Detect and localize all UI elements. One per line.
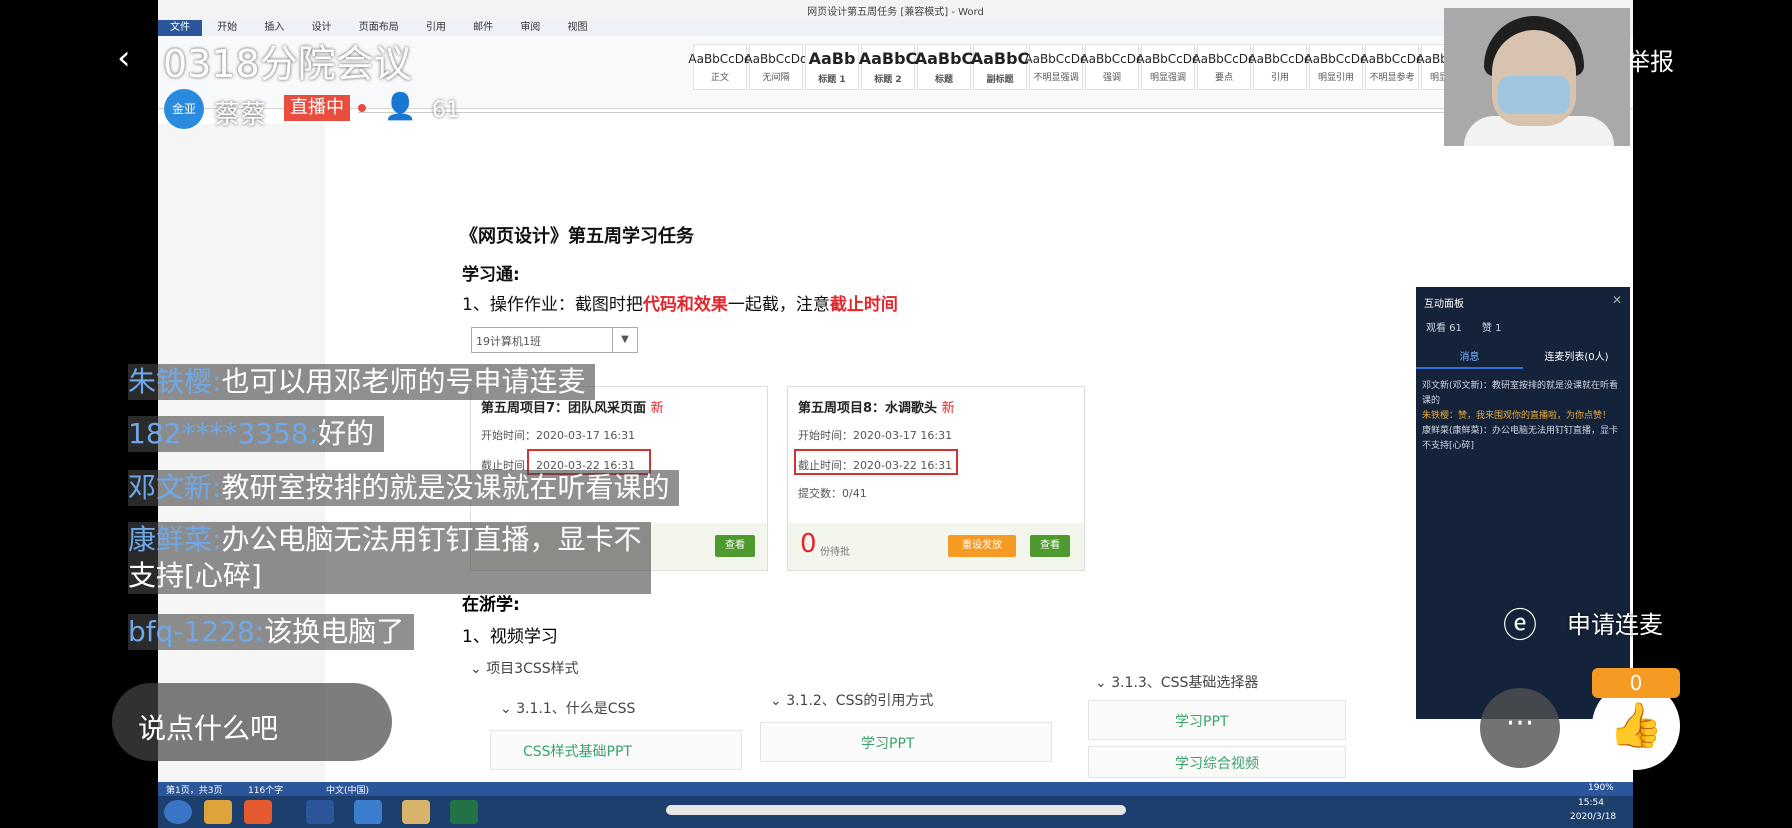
doc-task-line: 1、操作作业：截图时把代码和效果一起截，注意截止时间 xyxy=(462,295,898,315)
avatar[interactable]: 金亚 xyxy=(164,89,204,129)
republish-button[interactable]: 重设发放 xyxy=(948,535,1016,557)
chevron-down-icon: ⌄ xyxy=(500,701,517,717)
chat-message: 182****3358:好的 xyxy=(128,416,385,452)
styles-gallery: AaBbCcDd 正文 AaBbCcDd 无间隔 AaBb 标题 1 AaBbC 标题 … xyxy=(688,44,1480,90)
clock-date: 2020/3/18 xyxy=(1570,812,1617,822)
tab-mic-list: 连麦列表(0人) xyxy=(1544,352,1609,363)
resource-item[interactable]: 学习PPT xyxy=(760,722,1052,762)
tab-chat: 消息 xyxy=(1416,347,1523,369)
card-footer: 0 份待批 重设发放 查看 xyxy=(788,523,1084,570)
panel-message: 邓文新(邓文新)：教研室按排的就是没课就在听看课的 xyxy=(1422,381,1619,406)
word-titlebar: 网页设计第五周任务 [兼容模式] - Word xyxy=(158,0,1633,20)
camera-mask xyxy=(1498,76,1570,114)
doc-video-line: 1、视频学习 xyxy=(462,627,558,647)
presenter-camera xyxy=(1444,8,1630,146)
home-indicator[interactable] xyxy=(666,805,1126,815)
start-icon xyxy=(164,800,192,824)
status-words: 116个字 xyxy=(248,786,284,796)
tree-item[interactable]: ⌄ 3.1.3、CSS基础选择器 xyxy=(1095,672,1258,692)
doc-section-1: 学习通: xyxy=(462,265,520,285)
assignment-card: 第五周项目8：水调歌头 新 开始时间：2020-03-17 16:31 截止时间… xyxy=(787,386,1085,571)
interaction-panel: 互动面板 ✕ 观看 61 赞 1 消息 连麦列表(0人) 邓文新(邓文新)：教研… xyxy=(1416,287,1630,719)
card-start: 开始时间：2020-03-17 16:31 xyxy=(798,429,953,442)
stream-title: 0318分院会议 xyxy=(163,42,412,86)
menu-references: 引用 xyxy=(425,22,446,33)
style-item: AaBbC 标题 2 xyxy=(859,44,917,90)
style-item: AaBbCcDd 不明显参考 xyxy=(1360,44,1424,90)
resource-item[interactable]: CSS样式基础PPT xyxy=(490,730,742,770)
pending-count: 0 xyxy=(800,529,817,559)
word-icon xyxy=(306,800,334,824)
viewer-count: 61 xyxy=(432,98,460,123)
status-zoom: 190% xyxy=(1588,783,1614,793)
chevron-down-icon: ⌄ xyxy=(470,661,487,677)
report-button[interactable]: 举报 xyxy=(1626,42,1674,77)
panel-message: 康鲜菜(康鲜菜)：办公电脑无法用钉钉直播，显卡不支持[心碎] xyxy=(1422,426,1619,451)
chat-message: 邓文新:教研室按排的就是没课就在听看课的 xyxy=(128,470,680,506)
panel-messages: 邓文新(邓文新)：教研室按排的就是没课就在听看课的 朱铁樱：赞，我来围观你的直播… xyxy=(1422,379,1624,454)
chat-message: 康鲜菜:办公电脑无法用钉钉直播，显卡不 支持[心碎] xyxy=(128,522,652,594)
menu-view: 视图 xyxy=(567,22,588,33)
like-count: 0 xyxy=(1592,668,1680,698)
close-icon: ✕ xyxy=(1611,293,1622,307)
style-item: AaBbCcDd 无间隔 xyxy=(744,44,808,90)
chevron-down-icon: ⌄ xyxy=(1095,675,1112,691)
request-mic-button[interactable]: 申请连麦 xyxy=(1567,605,1663,640)
word-status-bar: 第1页，共3页 116个字 中文(中国) 190% xyxy=(158,782,1633,796)
panel-stats: 观看 61 赞 1 xyxy=(1426,323,1502,334)
menu-mailings: 邮件 xyxy=(473,22,494,33)
chrome-icon xyxy=(204,800,232,824)
style-item: AaBbCcDd 明显引用 xyxy=(1304,44,1368,90)
style-item: AaBbCcDd 要点 xyxy=(1192,44,1256,90)
style-item: AaBbCcDd 引用 xyxy=(1248,44,1312,90)
clock-time: 15:54 xyxy=(1578,798,1604,808)
pending-label: 份待批 xyxy=(820,547,850,558)
app-icon xyxy=(354,800,382,824)
chevron-down-icon: ⌄ xyxy=(770,693,787,709)
status-page: 第1页，共3页 xyxy=(166,786,223,796)
style-item: AaBbCcDd 正文 xyxy=(688,44,752,90)
style-item: AaBbC 标题 xyxy=(915,44,973,90)
word-window-title: 网页设计第五周任务 [兼容模式] - Word xyxy=(807,7,984,18)
highlight-box xyxy=(794,449,958,475)
live-badge: 直播中 xyxy=(284,95,350,121)
link-mic-icon[interactable]: ⓔ xyxy=(1503,598,1548,646)
tree-root[interactable]: ⌄ 项目3CSS样式 xyxy=(470,658,579,678)
comment-input[interactable]: 说点什么吧 xyxy=(112,683,392,761)
tree-item[interactable]: ⌄ 3.1.2、CSS的引用方式 xyxy=(770,690,933,710)
panel-tabs: 消息 连麦列表(0人) xyxy=(1416,347,1630,369)
live-dot-icon xyxy=(358,104,366,112)
card-submitted: 提交数：0/41 xyxy=(798,487,867,500)
resource-item[interactable]: 学习PPT xyxy=(1088,700,1346,740)
panel-message: 朱铁樱：赞，我来围观你的直播啦，为你点赞！ xyxy=(1422,411,1612,421)
view-button[interactable]: 查看 xyxy=(1030,535,1070,557)
chat-message: bfq-1228:该换电脑了 xyxy=(128,614,415,650)
menu-review: 审阅 xyxy=(520,22,541,33)
class-select[interactable]: 19计算机1班 ▼ xyxy=(471,327,638,353)
chevron-down-icon: ▼ xyxy=(612,328,637,352)
resource-item[interactable]: 学习综合视频 xyxy=(1088,746,1346,778)
style-item: AaBbCcDd 明显强调 xyxy=(1136,44,1200,90)
back-chevron-icon[interactable]: ‹ xyxy=(117,38,131,78)
style-item: AaBbC 副标题 xyxy=(971,44,1029,90)
host-name: 蔡蔡 xyxy=(214,100,267,130)
folder-icon xyxy=(402,800,430,824)
view-button[interactable]: 查看 xyxy=(715,535,755,557)
excel-icon xyxy=(450,800,478,824)
card-start: 开始时间：2020-03-17 16:31 xyxy=(481,429,636,442)
style-item: AaBbCcDd 不明显强调 xyxy=(1024,44,1088,90)
tree-item[interactable]: ⌄ 3.1.1、什么是CSS xyxy=(500,698,635,718)
doc-heading: 《网页设计》第五周学习任务 xyxy=(460,226,694,247)
status-lang: 中文(中国) xyxy=(326,786,370,796)
panel-title: 互动面板 xyxy=(1424,299,1464,310)
style-item: AaBb 标题 1 xyxy=(805,44,859,90)
style-item: AaBbCcDd 强调 xyxy=(1080,44,1144,90)
chat-message: 朱铁樱:也可以用邓老师的号申请连麦 xyxy=(128,364,596,400)
card-title: 第五周项目8：水调歌头 新 xyxy=(798,401,955,416)
more-icon[interactable]: ··· xyxy=(1480,688,1560,768)
user-icon: 👤 xyxy=(384,92,417,122)
browser-icon xyxy=(244,800,272,824)
